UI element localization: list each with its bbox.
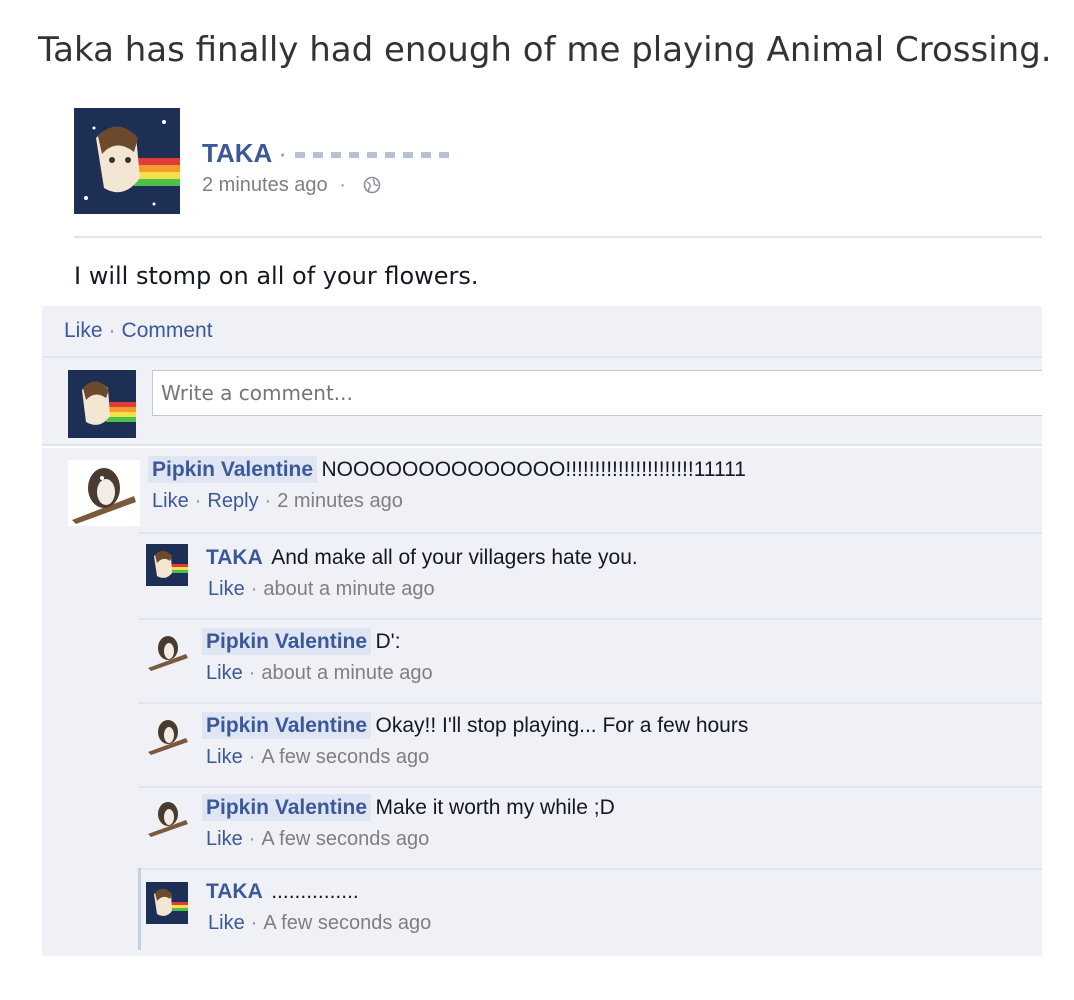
taka-avatar[interactable] (146, 882, 188, 924)
reply-divider (138, 786, 1042, 788)
post-time[interactable]: 2 minutes ago (202, 174, 328, 196)
reply-like-link[interactable]: Like (206, 746, 243, 768)
meta-separator: · (194, 490, 202, 512)
globe-icon[interactable] (363, 176, 381, 194)
reply-text: D': (375, 630, 401, 653)
reply-author[interactable]: Pipkin Valentine (202, 794, 372, 821)
reply-active-indicator (138, 868, 141, 950)
comment-meta: Like · Reply · 2 minutes ago (148, 490, 746, 513)
comment-like-link[interactable]: Like (152, 490, 189, 512)
reply-text: ............... (271, 880, 359, 903)
write-comment-input[interactable]: Write a comment... (152, 370, 1042, 416)
reply: Pipkin Valentine D': Like · about a minute… (202, 628, 433, 685)
post-caption: Taka has finally had enough of me playin… (38, 30, 1052, 70)
reply-divider (138, 702, 1042, 704)
author-separator: · (278, 138, 287, 168)
reply-like-link[interactable]: Like (206, 828, 243, 850)
reply-like-link[interactable]: Like (208, 578, 245, 600)
reply-author[interactable]: TAKA (204, 544, 267, 571)
post-divider (74, 236, 1042, 238)
reply-time[interactable]: about a minute ago (261, 662, 432, 684)
reply-like-link[interactable]: Like (208, 912, 245, 934)
meta-separator: · (250, 578, 258, 600)
reply-time[interactable]: about a minute ago (263, 578, 434, 600)
reply-author[interactable]: TAKA (204, 878, 267, 905)
reply-time[interactable]: A few seconds ago (261, 746, 429, 768)
pipkin-avatar[interactable] (146, 716, 190, 756)
post-actions-bar: Like · Comment (42, 306, 1042, 358)
reply-divider (138, 532, 1042, 534)
comments-section: Pipkin Valentine NOOOOOOOOOOOOOO!!!!!!!!… (42, 448, 1042, 956)
pipkin-avatar[interactable] (146, 632, 190, 672)
meta-separator: · (248, 828, 256, 850)
comment-link[interactable]: Comment (122, 319, 213, 342)
pipkin-avatar[interactable] (68, 460, 140, 526)
blurred-text (294, 152, 455, 159)
reply-divider (138, 868, 1042, 870)
comment-reply-link[interactable]: Reply (207, 490, 258, 512)
reply: Pipkin Valentine Make it worth my while … (202, 794, 615, 851)
write-comment-row: Write a comment... (42, 358, 1042, 446)
reply: TAKA ............... Like · A few seconds … (204, 880, 431, 935)
current-user-avatar (68, 370, 136, 438)
meta-separator: · (264, 490, 272, 512)
reply-like-link[interactable]: Like (206, 662, 243, 684)
reply-time[interactable]: A few seconds ago (263, 912, 431, 934)
reply-author[interactable]: Pipkin Valentine (202, 628, 372, 655)
meta-separator: · (339, 174, 346, 196)
reply-text: And make all of your villagers hate you. (271, 546, 638, 569)
comment: Pipkin Valentine NOOOOOOOOOOOOOO!!!!!!!!… (148, 456, 746, 513)
meta-separator: · (248, 662, 256, 684)
meta-separator: · (248, 746, 256, 768)
comment-author[interactable]: Pipkin Valentine (148, 456, 318, 483)
pipkin-avatar[interactable] (146, 798, 190, 838)
taka-avatar[interactable] (74, 108, 180, 214)
reply: Pipkin Valentine Okay!! I'll stop playin… (202, 712, 749, 769)
meta-separator: · (250, 912, 258, 934)
reply-text: Okay!! I'll stop playing... For a few ho… (375, 714, 749, 737)
comment-text: NOOOOOOOOOOOOOO!!!!!!!!!!!!!!!!!!!!!!111… (321, 458, 746, 481)
post-header: TAKA · 2 minutes ago · (74, 108, 1042, 238)
reply-divider (138, 618, 1042, 620)
reply-time[interactable]: A few seconds ago (261, 828, 429, 850)
actions-separator: · (108, 319, 116, 342)
post-author-name[interactable]: TAKA (202, 138, 272, 168)
comment-time[interactable]: 2 minutes ago (277, 490, 403, 512)
like-link[interactable]: Like (64, 319, 103, 342)
reply: TAKA And make all of your villagers hate… (204, 546, 638, 601)
post-text: I will stomp on all of your flowers. (74, 262, 479, 290)
post-meta: 2 minutes ago · (202, 174, 381, 197)
reply-author[interactable]: Pipkin Valentine (202, 712, 372, 739)
reply-text: Make it worth my while ;D (375, 796, 615, 819)
taka-avatar[interactable] (146, 544, 188, 586)
post-author[interactable]: TAKA · (202, 138, 455, 169)
